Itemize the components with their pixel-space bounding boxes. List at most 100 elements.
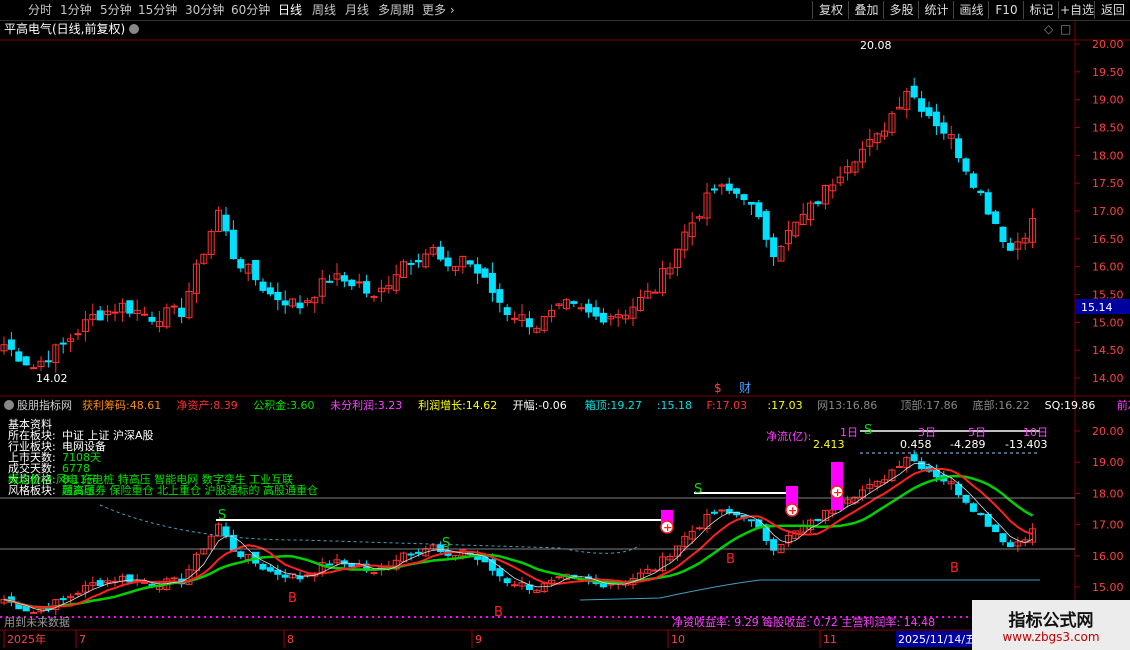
ind-candle-body <box>747 519 755 522</box>
candle-body <box>237 259 245 269</box>
chevron-down-icon <box>129 24 139 34</box>
price-label: 17.50 <box>1092 177 1124 190</box>
toolbar-button-3[interactable]: 统计 <box>918 1 954 19</box>
stat-10: 网13:16.86 <box>817 399 877 412</box>
price-label: 18.50 <box>1092 122 1124 135</box>
stat-4: 利润增长:14.62 <box>418 398 497 412</box>
candle-body <box>259 281 267 291</box>
candle-body <box>725 183 733 191</box>
candle-body <box>592 307 600 317</box>
ind-candle-body <box>977 513 985 516</box>
ind-label: 15.00 <box>1092 581 1124 594</box>
signal-s-0: S <box>218 508 226 523</box>
ind-candle-body <box>22 605 30 612</box>
price-label: 15.00 <box>1092 316 1124 329</box>
stat-6: 箱顶:19.27 <box>585 398 642 412</box>
toolbar-button-5[interactable]: F10 <box>988 1 1024 19</box>
candle-body <box>326 280 334 283</box>
watermark-title: 指标公式网 <box>1008 611 1094 631</box>
period-tab-6[interactable]: 日线 <box>278 2 302 18</box>
candle-body <box>955 138 963 159</box>
ind-candle-body <box>170 577 178 580</box>
period-tab-4[interactable]: 30分钟 <box>185 2 224 18</box>
ind-candle-body <box>74 592 82 595</box>
candle-body <box>762 211 770 240</box>
period-tab-10[interactable]: 更多 › <box>422 2 455 18</box>
bottom-metrics: 净资收益率: 9.29 每股收益: 0.72 主营利润率: 14.48 <box>672 615 935 629</box>
ind-candle-body <box>96 580 104 587</box>
candle-body <box>407 262 415 265</box>
toolbar-button-1[interactable]: 叠加 <box>848 1 884 19</box>
ind-candle-body <box>910 454 918 462</box>
ind-label: 16.00 <box>1092 550 1124 563</box>
stat-2: 公积金:3.60 <box>253 398 314 412</box>
toolbar-button-0[interactable]: 复权 <box>812 1 849 19</box>
candle-body <box>474 264 482 274</box>
date-label-4: 10 <box>671 633 685 646</box>
lower-band <box>579 579 1040 601</box>
period-tab-7[interactable]: 周线 <box>312 2 336 18</box>
candle-body <box>222 214 230 232</box>
stat-8: F:17.03 <box>707 399 748 412</box>
ind-candle-body <box>59 598 67 601</box>
ind-candle-body <box>141 581 149 584</box>
toolbar-button-2[interactable]: 多股 <box>883 1 919 19</box>
candle-body <box>755 202 763 218</box>
restore-icon: □ <box>1060 22 1071 36</box>
candle-body <box>599 312 607 323</box>
candle-body <box>274 291 282 301</box>
plus-glyph: + <box>663 521 672 534</box>
candle-body <box>496 289 504 303</box>
ind-label: 18.00 <box>1092 487 1124 500</box>
candle-body <box>59 342 67 345</box>
candle-body <box>229 229 237 260</box>
candle-body <box>710 188 718 191</box>
candle-body <box>74 333 82 336</box>
candle-body <box>984 192 992 215</box>
candle-body <box>296 302 304 309</box>
signal-b-2: B <box>726 552 735 567</box>
candle-body <box>148 316 156 322</box>
candle-body <box>651 291 659 294</box>
candle-body <box>252 259 260 281</box>
ind-candle-body <box>281 574 289 578</box>
price-label: 16.00 <box>1092 261 1124 274</box>
candle-body <box>969 173 977 188</box>
candle-body <box>570 301 578 304</box>
stat-7: :15.18 <box>657 399 692 412</box>
toolbar-button-6[interactable]: 标记 <box>1023 1 1059 19</box>
stat-0: 获利筹码:48.61 <box>82 398 161 412</box>
signal-s-2: S <box>694 482 702 497</box>
toolbar-button-8[interactable]: 返回 <box>1094 1 1130 19</box>
period-tab-5[interactable]: 60分钟 <box>231 2 270 18</box>
period-toolbar: 分时 1分钟 5分钟 15分钟 30分钟 60分钟 日线 周线 月线 多周期 更多 › 复权 叠加 多股统… <box>0 0 1130 21</box>
ind-candle-body <box>266 567 274 572</box>
period-tab-8[interactable]: 月线 <box>345 2 369 18</box>
period-tab-3[interactable]: 15分钟 <box>138 2 177 18</box>
candle-body <box>910 85 918 98</box>
period-tab-0[interactable]: 分时 <box>28 2 52 18</box>
period-tab-1[interactable]: 1分钟 <box>60 2 92 18</box>
ind-candle-body <box>30 611 38 614</box>
toolbar-button-7[interactable]: +自选 <box>1058 1 1095 19</box>
price-label: 16.50 <box>1092 233 1124 246</box>
flow-value-0: 2.413 <box>813 438 845 451</box>
period-tab-2[interactable]: 5分钟 <box>100 2 132 18</box>
ind-candle-body <box>969 503 977 512</box>
date-label-5: 11 <box>823 633 837 646</box>
stat-12: 底部:16.22 <box>973 398 1030 412</box>
candle-body <box>525 318 533 328</box>
stat-14: 前次低点:14 <box>1117 398 1130 412</box>
indicator-name: 股朋指标网 <box>17 398 72 412</box>
ind-candle-body <box>895 465 903 468</box>
ind-candle-body <box>511 584 519 587</box>
candle-body <box>992 211 1000 224</box>
ind-candle-body <box>999 533 1007 543</box>
candle-body <box>940 122 948 134</box>
signal-s-3: S <box>864 423 872 438</box>
period-tab-9[interactable]: 多周期 <box>378 2 414 18</box>
toolbar-button-4[interactable]: 画线 <box>953 1 989 19</box>
candle-body <box>1006 242 1014 251</box>
price-label: 19.00 <box>1092 94 1124 107</box>
candle-body <box>266 287 274 295</box>
